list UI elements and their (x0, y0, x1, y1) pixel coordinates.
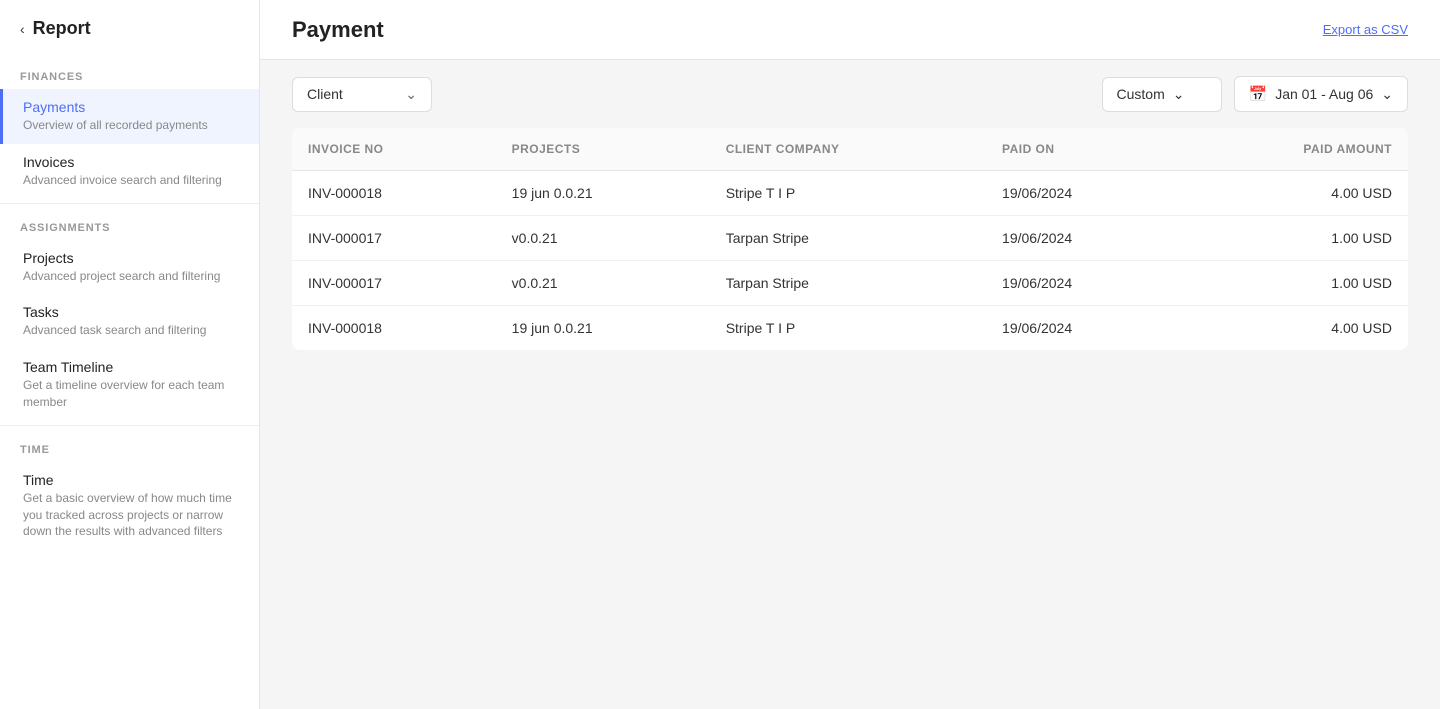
cell-invoice-no: INV-000018 (292, 171, 496, 216)
sidebar-item-payments-title: Payments (23, 99, 239, 115)
cell-paid-amount: 1.00 USD (1179, 216, 1408, 261)
sidebar-item-invoices[interactable]: Invoices Advanced invoice search and fil… (0, 144, 259, 199)
cell-paid-amount: 4.00 USD (1179, 171, 1408, 216)
col-client-company: CLIENT COMPANY (710, 128, 986, 171)
sidebar-item-team-timeline[interactable]: Team Timeline Get a timeline overview fo… (0, 349, 259, 421)
sidebar-item-projects-title: Projects (23, 250, 239, 266)
cell-paid-on: 19/06/2024 (986, 216, 1179, 261)
cell-invoice-no: INV-000018 (292, 306, 496, 351)
cell-client-company: Stripe T I P (710, 171, 986, 216)
chevron-down-icon: ⌄ (405, 86, 417, 103)
section-label-time: TIME (0, 430, 259, 462)
custom-period-dropdown[interactable]: Custom ⌄ (1102, 77, 1222, 112)
col-paid-on: PAID ON (986, 128, 1179, 171)
cell-paid-on: 19/06/2024 (986, 171, 1179, 216)
main-content: Payment Export as CSV Client ⌄ Custom ⌄ … (260, 0, 1440, 709)
cell-client-company: Tarpan Stripe (710, 261, 986, 306)
table-row: INV-000017 v0.0.21 Tarpan Stripe 19/06/2… (292, 216, 1408, 261)
col-paid-amount: PAID AMOUNT (1179, 128, 1408, 171)
custom-period-label: Custom (1117, 86, 1165, 102)
sidebar-item-payments[interactable]: Payments Overview of all recorded paymen… (0, 89, 259, 144)
sidebar-item-projects[interactable]: Projects Advanced project search and fil… (0, 240, 259, 295)
page-title: Payment (292, 17, 384, 43)
chevron-down-icon-2: ⌄ (1173, 86, 1185, 103)
main-header: Payment Export as CSV (260, 0, 1440, 60)
cell-paid-amount: 4.00 USD (1179, 306, 1408, 351)
back-icon: ‹ (20, 21, 25, 37)
cell-client-company: Tarpan Stripe (710, 216, 986, 261)
cell-invoice-no: INV-000017 (292, 261, 496, 306)
table-row: INV-000017 v0.0.21 Tarpan Stripe 19/06/2… (292, 261, 1408, 306)
cell-paid-on: 19/06/2024 (986, 306, 1179, 351)
cell-projects: 19 jun 0.0.21 (496, 306, 710, 351)
sidebar-item-time-desc: Get a basic overview of how much time yo… (23, 490, 239, 540)
sidebar-item-tasks-desc: Advanced task search and filtering (23, 322, 239, 339)
export-csv-button[interactable]: Export as CSV (1323, 22, 1408, 37)
divider-2 (0, 425, 259, 426)
col-invoice-no: INVOICE NO (292, 128, 496, 171)
sidebar: ‹ Report FINANCES Payments Overview of a… (0, 0, 260, 709)
cell-projects: 19 jun 0.0.21 (496, 171, 710, 216)
sidebar-item-team-timeline-desc: Get a timeline overview for each team me… (23, 377, 239, 411)
sidebar-item-projects-desc: Advanced project search and filtering (23, 268, 239, 285)
table-header: INVOICE NO PROJECTS CLIENT COMPANY PAID … (292, 128, 1408, 171)
date-range-dropdown[interactable]: 📅 Jan 01 - Aug 06 ⌄ (1234, 76, 1409, 112)
cell-projects: v0.0.21 (496, 216, 710, 261)
chevron-down-icon-3: ⌄ (1381, 86, 1393, 103)
date-range-label: Jan 01 - Aug 06 (1275, 86, 1373, 102)
table-row: INV-000018 19 jun 0.0.21 Stripe T I P 19… (292, 306, 1408, 351)
table-header-row: INVOICE NO PROJECTS CLIENT COMPANY PAID … (292, 128, 1408, 171)
col-projects: PROJECTS (496, 128, 710, 171)
section-label-assignments: ASSIGNMENTS (0, 208, 259, 240)
table-body: INV-000018 19 jun 0.0.21 Stripe T I P 19… (292, 171, 1408, 351)
table-row: INV-000018 19 jun 0.0.21 Stripe T I P 19… (292, 171, 1408, 216)
client-filter-dropdown[interactable]: Client ⌄ (292, 77, 432, 112)
divider-1 (0, 203, 259, 204)
sidebar-item-tasks[interactable]: Tasks Advanced task search and filtering (0, 294, 259, 349)
toolbar: Client ⌄ Custom ⌄ 📅 Jan 01 - Aug 06 ⌄ (260, 60, 1440, 128)
calendar-icon: 📅 (1249, 85, 1268, 103)
cell-client-company: Stripe T I P (710, 306, 986, 351)
back-button[interactable]: ‹ Report (0, 0, 259, 57)
sidebar-item-time[interactable]: Time Get a basic overview of how much ti… (0, 462, 259, 550)
sidebar-item-invoices-title: Invoices (23, 154, 239, 170)
cell-paid-on: 19/06/2024 (986, 261, 1179, 306)
sidebar-item-tasks-title: Tasks (23, 304, 239, 320)
cell-invoice-no: INV-000017 (292, 216, 496, 261)
sidebar-title: Report (33, 18, 91, 39)
sidebar-item-time-title: Time (23, 472, 239, 488)
payments-table: INVOICE NO PROJECTS CLIENT COMPANY PAID … (292, 128, 1408, 350)
sidebar-item-invoices-desc: Advanced invoice search and filtering (23, 172, 239, 189)
sidebar-item-payments-desc: Overview of all recorded payments (23, 117, 239, 134)
cell-paid-amount: 1.00 USD (1179, 261, 1408, 306)
sidebar-item-team-timeline-title: Team Timeline (23, 359, 239, 375)
table-container: INVOICE NO PROJECTS CLIENT COMPANY PAID … (260, 128, 1440, 709)
cell-projects: v0.0.21 (496, 261, 710, 306)
section-label-finances: FINANCES (0, 57, 259, 89)
client-filter-label: Client (307, 86, 343, 102)
